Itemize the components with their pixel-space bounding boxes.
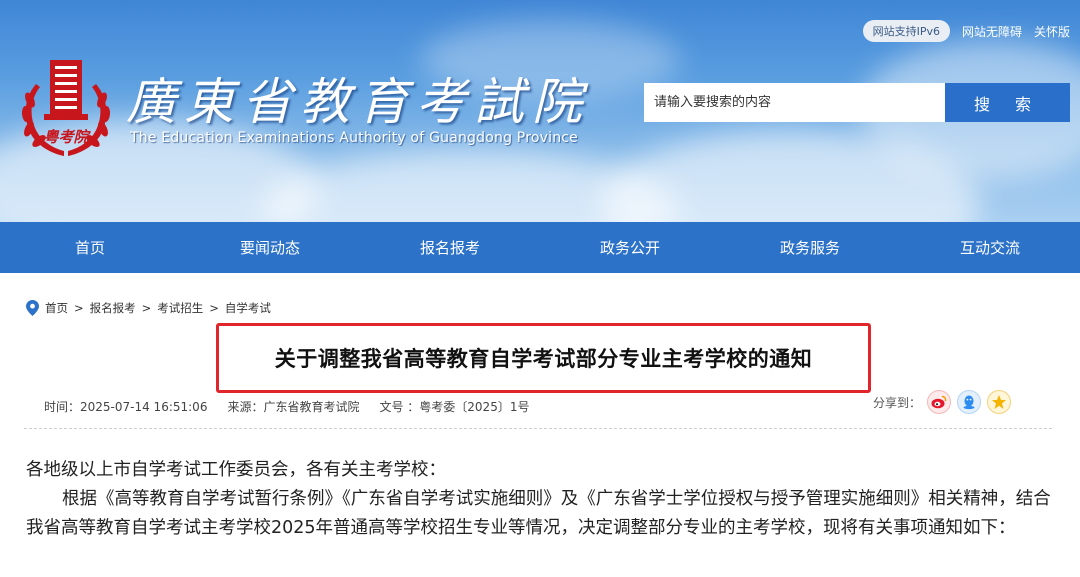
location-pin-icon	[26, 300, 39, 316]
article-paragraph: 根据《高等教育自学考试暂行条例》《广东省自学考试实施细则》及《广东省学士学位授权…	[26, 489, 1051, 538]
breadcrumb-separator: >	[141, 301, 152, 315]
qq-icon[interactable]	[957, 390, 982, 414]
site-title[interactable]: 廣東省教育考試院	[126, 62, 590, 134]
share-bar: 分享到：	[873, 390, 1012, 414]
nav-item-services[interactable]: 政务服务	[720, 222, 900, 273]
article-source: 来源：广东省教育考试院	[227, 400, 360, 414]
qzone-icon[interactable]	[987, 390, 1012, 414]
breadcrumb-self-study-exam[interactable]: 自学考试	[225, 300, 271, 316]
breadcrumb-separator: >	[74, 301, 84, 315]
article-time: 时间：2025-07-14 16:51:06	[44, 400, 208, 414]
breadcrumb-home[interactable]: 首页	[45, 300, 68, 316]
breadcrumb-registration[interactable]: 报名报考	[90, 300, 136, 316]
breadcrumb: 首页 > 报名报考 > 考试招生 > 自学考试	[26, 300, 271, 316]
nav-item-home[interactable]: 首页	[0, 222, 180, 273]
article-title: 关于调整我省高等教育自学考试部分专业主考学校的通知	[274, 347, 813, 371]
ipv6-badge[interactable]: 网站支持IPv6	[862, 20, 950, 42]
care-version-link[interactable]: 关怀版	[1034, 23, 1070, 40]
title-highlight-box: 关于调整我省高等教育自学考试部分专业主考学校的通知	[216, 323, 871, 393]
nav-item-public-affairs[interactable]: 政务公开	[540, 222, 720, 273]
article-meta: 时间：2025-07-14 16:51:06 来源：广东省教育考试院 文号 ：粤…	[44, 398, 529, 415]
breadcrumb-exam-admission[interactable]: 考试招生	[157, 300, 203, 316]
top-links: 网站支持IPv6 网站无障碍 关怀版	[862, 20, 1070, 42]
share-label: 分享到：	[873, 395, 922, 410]
site-subtitle: The Education Examinations Authority of …	[130, 130, 578, 146]
nav-item-interaction[interactable]: 互动交流	[900, 222, 1080, 273]
nav-item-news[interactable]: 要闻动态	[180, 222, 360, 273]
search-button[interactable]: 搜 索	[945, 83, 1070, 122]
weibo-icon[interactable]	[927, 390, 952, 414]
article-body: 各地级以上市自学考试工作委员会，各有关主考学校： 根据《高等教育自学考试暂行条例…	[26, 456, 1056, 543]
emblem-text: 粤考院	[43, 128, 91, 146]
article-salutation: 各地级以上市自学考试工作委员会，各有关主考学校：	[26, 460, 446, 480]
breadcrumb-separator: >	[209, 301, 219, 315]
article-doc-number: 文号 ：粤考委〔2025〕1号	[379, 400, 530, 414]
main-nav: 首页 要闻动态 报名报考 政务公开 政务服务 互动交流	[0, 222, 1080, 273]
meta-divider	[24, 428, 1052, 429]
nav-item-registration[interactable]: 报名报考	[360, 222, 540, 273]
search-input[interactable]	[644, 83, 945, 122]
header-banner: 网站支持IPv6 网站无障碍 关怀版 粤考院 廣東省教育考試院 The Educ…	[0, 0, 1080, 222]
accessibility-link[interactable]: 网站无障碍	[962, 23, 1022, 40]
emblem-logo-icon[interactable]: 粤考院	[18, 52, 114, 162]
